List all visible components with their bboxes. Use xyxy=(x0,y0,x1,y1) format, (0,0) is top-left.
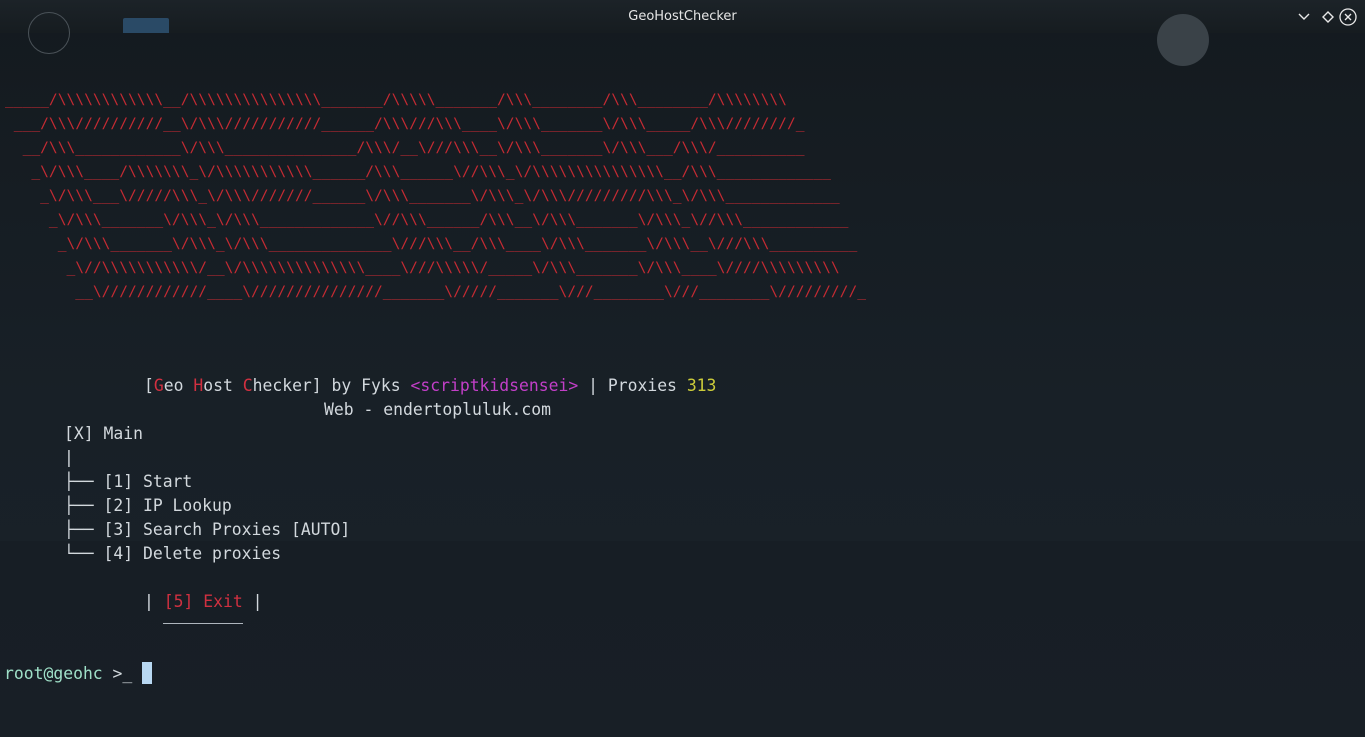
text-cursor xyxy=(142,662,153,684)
banner-line: _\/\\\_______\/\\\_\/\\\_____________\//… xyxy=(5,211,849,228)
header-text: hecker] xyxy=(252,376,322,395)
author-handle: <scriptkidsensei> xyxy=(410,376,579,395)
menu-item-label: [4] Delete proxies xyxy=(103,544,282,563)
proxies-label: | Proxies xyxy=(578,376,687,395)
app-header: [Geo Host Checker] by Fyks <scriptkidsen… xyxy=(144,374,716,398)
exit-border: | xyxy=(242,592,263,611)
menu-item-ip-lookup[interactable]: ├── [2] IP Lookup xyxy=(64,494,232,518)
close-icon xyxy=(1339,8,1357,26)
menu-item-label: [2] IP Lookup xyxy=(103,496,232,515)
menu-item-start[interactable]: ├── [1] Start xyxy=(64,470,192,494)
exit-label: [5] Exit xyxy=(163,592,243,611)
diamond-icon xyxy=(1322,11,1334,23)
banner-line: __/\\\____________\/\\\_______________/\… xyxy=(5,139,805,156)
header-author: by Fyks xyxy=(321,376,411,395)
banner-line: _\/\\\____/\\\\\\\_\/\\\\\\\\\\\______/\… xyxy=(5,163,831,180)
exit-underline xyxy=(163,623,243,624)
background-band xyxy=(0,541,1365,737)
banner-line: _\/\\\_______\/\\\_\/\\\______________\/… xyxy=(5,235,858,252)
maximize-button[interactable] xyxy=(1319,8,1337,26)
banner-line: ___/\\\//////////__\/\\\///////////_____… xyxy=(5,115,805,132)
tree-branch: ├── xyxy=(64,496,104,515)
ascii-banner: _____/\\\\\\\\\\\\__/\\\\\\\\\\\\\\\____… xyxy=(5,88,866,304)
menu-item-search-proxies[interactable]: ├── [3] Search Proxies [AUTO] xyxy=(64,518,350,542)
menu-root: [X] Main xyxy=(64,424,143,443)
menu-item-delete-proxies[interactable]: └── [4] Delete proxies xyxy=(64,542,281,566)
header-text: eo xyxy=(163,376,194,395)
terminal-window: GeoHostChecker _____/\\\\\\\\\\\\__/\\\\… xyxy=(0,0,1365,737)
header-accent-letter: H xyxy=(193,376,204,395)
prompt-symbol: >_ xyxy=(102,664,143,683)
menu-item-label: [1] Start xyxy=(103,472,193,491)
tree-branch: ├── xyxy=(64,520,104,539)
banner-line: __\////////////____\///////////////_____… xyxy=(5,283,867,300)
website-line: Web - endertopluluk.com xyxy=(324,398,551,422)
web-url: endertopluluk.com xyxy=(383,400,551,419)
header-bracket: [ xyxy=(144,376,154,395)
close-button[interactable] xyxy=(1339,8,1357,26)
window-title: GeoHostChecker xyxy=(628,9,737,24)
header-accent-letter: C xyxy=(242,376,253,395)
banner-line: _____/\\\\\\\\\\\\__/\\\\\\\\\\\\\\\____… xyxy=(5,91,787,108)
exit-border: | xyxy=(144,592,164,611)
minimize-button[interactable] xyxy=(1295,8,1313,26)
command-prompt[interactable]: root@geohc >_ xyxy=(4,662,153,686)
web-label: Web - xyxy=(324,400,384,419)
header-accent-letter: G xyxy=(153,376,164,395)
tree-branch: └── xyxy=(64,544,104,563)
tree-branch: ├── xyxy=(64,472,104,491)
proxies-count: 313 xyxy=(686,376,717,395)
banner-line: _\/\\\___\/////\\\_\/\\\///////______\/\… xyxy=(5,187,840,204)
banner-line: _\//\\\\\\\\\\\/__\/\\\\\\\\\\\\\\____\/… xyxy=(5,259,840,276)
chevron-down-icon xyxy=(1298,13,1310,20)
menu-item-label: [3] Search Proxies [AUTO] xyxy=(103,520,351,539)
menu-item-exit[interactable]: | [5] Exit | xyxy=(144,590,262,614)
title-bar: GeoHostChecker xyxy=(0,0,1365,66)
prompt-host: root@geohc xyxy=(4,664,103,683)
header-text: ost xyxy=(203,376,243,395)
menu-tree-pipe: | xyxy=(64,448,74,467)
